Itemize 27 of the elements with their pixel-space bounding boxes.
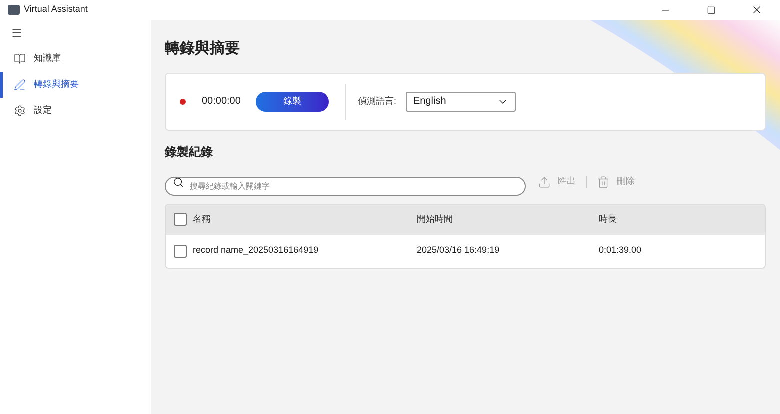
checkbox[interactable] <box>174 244 187 258</box>
record-button[interactable]: 錄製 <box>256 92 329 112</box>
maximize-icon <box>706 6 716 14</box>
checkbox[interactable] <box>174 213 187 226</box>
page-title: 轉錄與摘要 <box>165 39 241 59</box>
column-header: 名稱 <box>193 214 211 224</box>
book-icon <box>14 53 26 65</box>
record-indicator-icon <box>180 98 186 104</box>
column-header: 開始時間 <box>417 214 453 224</box>
column-header: 時長 <box>599 214 617 224</box>
language-dropdown[interactable]: English <box>406 92 516 112</box>
close-icon <box>751 4 763 16</box>
pen-icon <box>14 79 26 91</box>
search-field[interactable]: 搜尋紀錄或輸入關鍵字 <box>165 176 526 196</box>
sidebar-item[interactable]: 設定 <box>0 98 151 124</box>
table-row[interactable]: record name_20250316164919 2025/03/16 16:49:19 0:01:39.00 <box>166 234 765 268</box>
table-cell: record name_20250316164919 <box>193 245 319 256</box>
language-label: 偵測語言: <box>358 94 396 108</box>
sidebar-item[interactable]: 知識庫 <box>0 46 151 72</box>
section-heading: 錄製紀錄 <box>165 144 214 160</box>
settings-icon <box>14 105 26 117</box>
timer: 00:00:00 <box>202 95 241 109</box>
app-icon <box>8 5 20 15</box>
window-title: Virtual Assistant <box>24 3 88 16</box>
search-icon <box>173 176 184 188</box>
table-cell: 0:01:39.00 <box>599 245 642 256</box>
table-cell: 2025/03/16 16:49:19 <box>417 245 500 256</box>
